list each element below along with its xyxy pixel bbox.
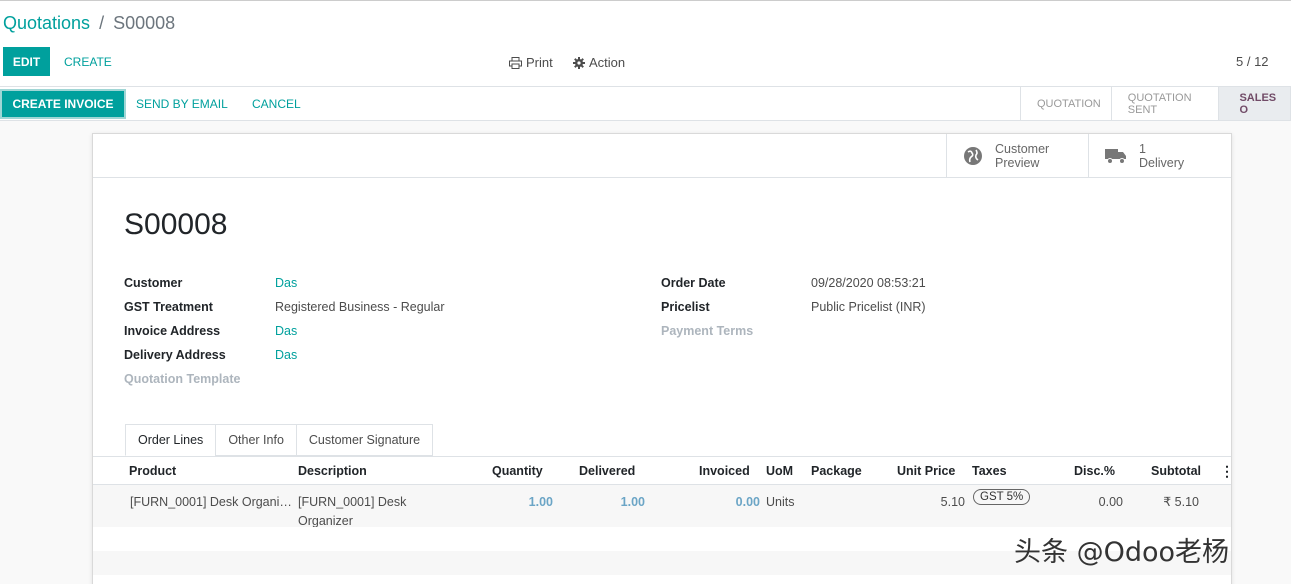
line-unit-price: 5.10 xyxy=(940,495,965,509)
stage-quotation-sent[interactable]: QUOTATION SENT xyxy=(1112,87,1220,120)
order-date-label: Order Date xyxy=(661,276,726,290)
col-description[interactable]: Description xyxy=(298,464,367,478)
action-label: Action xyxy=(589,55,626,70)
line-quantity: 1.00 xyxy=(528,495,553,509)
stage-pipeline: QUOTATION QUOTATION SENT SALES O xyxy=(1020,87,1291,120)
col-product[interactable]: Product xyxy=(129,464,176,478)
customer-preview-line1: Customer xyxy=(995,142,1050,156)
line-uom: Units xyxy=(766,495,795,509)
col-discount[interactable]: Disc.% xyxy=(1074,464,1115,478)
delivery-address-value[interactable]: Das xyxy=(275,348,297,362)
line-discount: 0.00 xyxy=(1098,495,1123,509)
col-package[interactable]: Package xyxy=(811,464,862,478)
create-button[interactable]: CREATE xyxy=(64,55,112,69)
col-uom[interactable]: UoM xyxy=(766,464,793,478)
col-taxes[interactable]: Taxes xyxy=(972,464,1007,478)
payment-terms-label: Payment Terms xyxy=(661,324,754,338)
breadcrumb: Quotations / S00008 xyxy=(3,13,175,34)
tab-order-lines[interactable]: Order Lines xyxy=(125,424,217,456)
line-description-1: [FURN_0001] Desk xyxy=(298,495,407,509)
pager[interactable]: 5 / 12 xyxy=(1236,54,1269,69)
delivery-address-label: Delivery Address xyxy=(124,348,226,362)
notebook-tabs: Order Lines Other Info Customer Signatur… xyxy=(125,424,434,456)
create-invoice-button[interactable]: CREATE INVOICE xyxy=(2,91,124,117)
cancel-button[interactable]: CANCEL xyxy=(252,97,301,111)
tax-badge: GST 5% xyxy=(973,489,1031,505)
line-invoiced: 0.00 xyxy=(735,495,760,509)
gst-treatment-value: Registered Business - Regular xyxy=(275,300,445,314)
watermark-text: 头条 @Odoo老杨 xyxy=(1014,537,1230,568)
col-delivered[interactable]: Delivered xyxy=(579,464,635,478)
customer-preview-button[interactable]: Customer Preview xyxy=(946,134,1088,178)
col-invoiced[interactable]: Invoiced xyxy=(699,464,750,478)
stage-sales-order[interactable]: SALES O xyxy=(1219,87,1291,120)
customer-label: Customer xyxy=(124,276,183,290)
line-subtotal: ₹ 5.10 xyxy=(1163,495,1199,509)
record-title: S00008 xyxy=(124,208,228,241)
delivery-label: Delivery xyxy=(1139,156,1185,170)
optional-columns-icon[interactable]: ⋮ xyxy=(1220,463,1234,480)
delivery-count: 1 xyxy=(1139,142,1146,156)
action-button[interactable]: Action xyxy=(573,55,625,70)
printer-icon xyxy=(509,56,522,69)
pricelist-label: Pricelist xyxy=(661,300,710,314)
order-date-value: 09/28/2020 08:53:21 xyxy=(811,276,926,290)
truck-icon xyxy=(1105,149,1126,164)
send-by-email-button[interactable]: SEND BY EMAIL xyxy=(136,97,228,111)
gst-treatment-label: GST Treatment xyxy=(124,300,213,314)
line-delivered: 1.00 xyxy=(620,495,645,509)
line-product: [FURN_0001] Desk Organi… xyxy=(130,495,292,509)
smart-button-box: Customer Preview 1 Delivery xyxy=(93,134,1231,178)
globe-icon xyxy=(964,147,982,165)
breadcrumb-current: S00008 xyxy=(113,13,176,33)
customer-preview-line2: Preview xyxy=(995,156,1040,170)
line-description: [FURN_0001] Desk Organizer xyxy=(298,493,406,531)
tab-customer-signature[interactable]: Customer Signature xyxy=(295,424,434,456)
col-quantity[interactable]: Quantity xyxy=(492,464,543,478)
pricelist-value: Public Pricelist (INR) xyxy=(811,300,926,314)
edit-button[interactable]: EDIT xyxy=(3,47,50,76)
table-row[interactable]: [FURN_0001] Desk Organi… [FURN_0001] Des… xyxy=(93,485,1231,528)
order-lines-header: Product Description Quantity Delivered I… xyxy=(93,457,1234,485)
gear-icon xyxy=(573,56,585,69)
breadcrumb-separator: / xyxy=(99,13,105,33)
breadcrumb-quotations[interactable]: Quotations xyxy=(3,13,90,33)
col-unit-price[interactable]: Unit Price xyxy=(897,464,955,478)
invoice-address-value[interactable]: Das xyxy=(275,324,297,338)
tab-other-info[interactable]: Other Info xyxy=(215,424,297,456)
print-button[interactable]: Print xyxy=(509,55,553,70)
quotation-template-label: Quotation Template xyxy=(124,372,241,386)
form-sheet: Customer Preview 1 Delivery S00008 Custo… xyxy=(92,133,1234,584)
stage-quotation[interactable]: QUOTATION xyxy=(1021,87,1112,120)
invoice-address-label: Invoice Address xyxy=(124,324,221,338)
customer-value[interactable]: Das xyxy=(275,276,297,290)
delivery-button[interactable]: 1 Delivery xyxy=(1088,134,1231,178)
print-label: Print xyxy=(526,55,553,70)
control-panel: Quotations / S00008 EDIT CREATE Print Ac… xyxy=(0,0,1291,86)
statusbar: CREATE INVOICE SEND BY EMAIL CANCEL QUOT… xyxy=(0,86,1291,121)
col-subtotal[interactable]: Subtotal xyxy=(1151,464,1201,478)
